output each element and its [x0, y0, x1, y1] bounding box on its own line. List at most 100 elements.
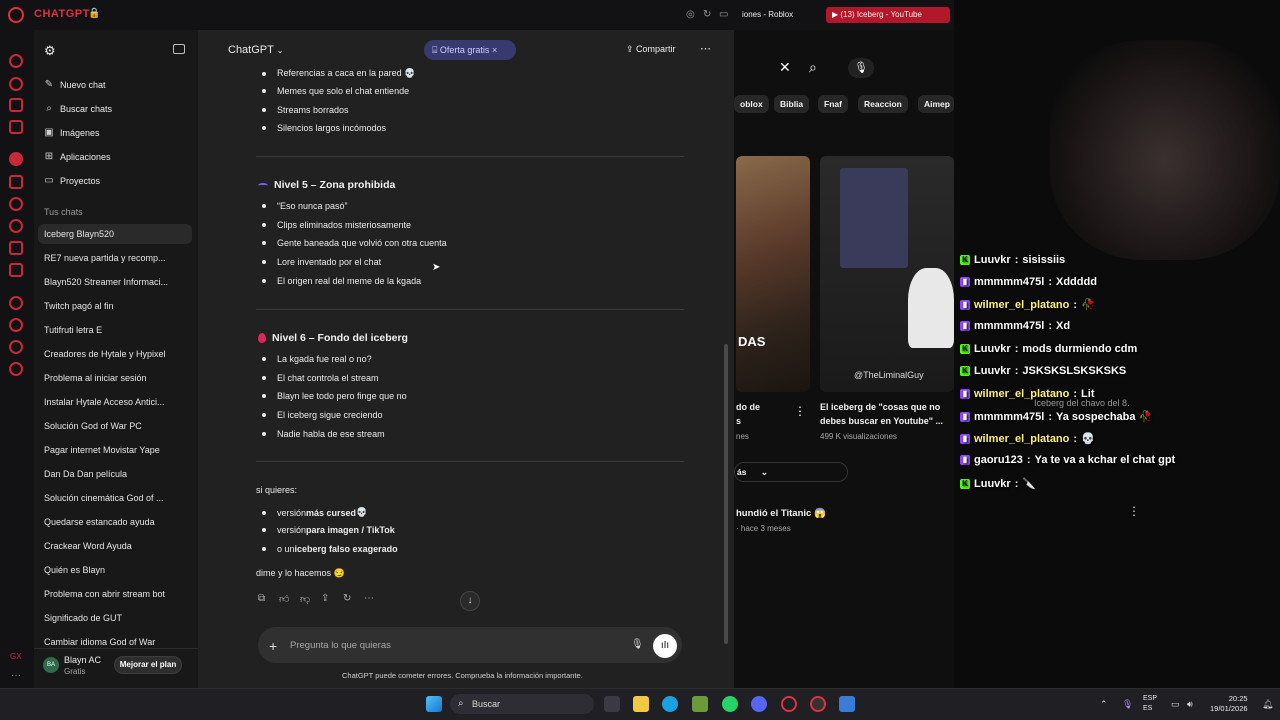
whatsapp-icon[interactable]	[9, 197, 23, 211]
upgrade-plan-button[interactable]: Mejorar el plan	[114, 656, 182, 674]
chat-item[interactable]: Pagar internet Movistar Yape	[44, 445, 192, 455]
more-dots-icon[interactable]: ···	[11, 670, 21, 681]
taskbar-search[interactable]: Buscar	[450, 694, 594, 714]
chat-item[interactable]: Tutifruti letra E	[44, 325, 192, 335]
chat-item[interactable]: Blayn520 Streamer Informaci...	[44, 277, 192, 287]
history-icon[interactable]	[9, 318, 23, 332]
prompt-input[interactable]	[290, 640, 590, 651]
aria-icon[interactable]	[9, 54, 23, 68]
gx-icon[interactable]: GX	[10, 652, 22, 661]
nav-apps[interactable]: ⊞ Aplicaciones	[44, 152, 111, 163]
chat-item[interactable]: Dan Da Dan película	[44, 469, 192, 479]
chat-item[interactable]: Significado de GUT	[44, 613, 192, 623]
thumbs-up-icon[interactable]: 👍︎	[279, 593, 289, 605]
nav-search-chats[interactable]: ⌕ Buscar chats	[44, 104, 112, 115]
chip[interactable]: oblox	[734, 95, 769, 113]
opera-gx-taskbar-icon[interactable]	[810, 696, 826, 712]
microphone-icon[interactable]: 🎙︎	[631, 639, 644, 650]
copy-icon[interactable]: ⧉	[258, 593, 265, 604]
chat-item[interactable]: Quién es Blayn	[44, 565, 192, 575]
microphone-tray-icon[interactable]: 🎙︎	[1122, 699, 1133, 710]
chat-item[interactable]: Creadores de Hytale y Hypixel	[44, 349, 192, 359]
video-thumbnail[interactable]: @TheLiminalGuy	[820, 156, 954, 392]
chat-item[interactable]: Problema al iniciar sesión	[44, 373, 192, 383]
chat-item[interactable]: Quedarse estancado ayuda	[44, 517, 192, 527]
chatgpt-sidebar-icon[interactable]	[9, 152, 23, 166]
music-icon[interactable]	[9, 219, 23, 233]
chat-item[interactable]: Iceberg Blayn520	[44, 229, 192, 239]
chat-item[interactable]: Instalar Hytale Acceso Antici...	[44, 397, 192, 407]
discord-icon[interactable]	[9, 241, 23, 255]
chat-item[interactable]: RE7 nueva partida y recomp...	[44, 253, 192, 263]
nav-images[interactable]: ▣ Imágenes	[44, 128, 99, 139]
share-message-icon[interactable]: ⇪	[321, 593, 329, 604]
chip[interactable]: Reaccion	[858, 95, 908, 113]
search-icon[interactable]: ⌕	[809, 59, 817, 76]
player-icon[interactable]	[9, 296, 23, 310]
chevron-up-icon[interactable]: ⌃	[1100, 699, 1108, 710]
nav-new-chat[interactable]: ✎ Nuevo chat	[44, 80, 106, 91]
video-thumbnail[interactable]: DAS	[736, 156, 810, 392]
more-options-icon[interactable]: ⋯	[700, 42, 711, 55]
tab-youtube[interactable]: ▶ (13) Iceberg - YouTube	[826, 7, 950, 23]
more-vert-icon[interactable]: ⋮	[1128, 504, 1140, 518]
close-sidebar-icon[interactable]	[173, 44, 185, 54]
chip[interactable]: Biblia	[774, 95, 810, 113]
chat-item[interactable]: Solución God of War PC	[44, 421, 192, 431]
video-title[interactable]: El iceberg de "cosas que no debes buscar…	[820, 400, 954, 428]
thumbs-down-icon[interactable]: 👎︎	[300, 593, 310, 605]
opera-settings-icon[interactable]	[9, 362, 23, 376]
opera-taskbar-icon[interactable]	[781, 696, 797, 712]
chat-item[interactable]: Cambiar idioma God of War	[44, 637, 192, 645]
file-explorer-icon[interactable]	[633, 696, 649, 712]
avatar[interactable]: BA	[43, 657, 59, 673]
scroll-down-icon[interactable]: ↓	[460, 591, 480, 611]
chip[interactable]: Fnaf	[818, 95, 848, 113]
volume-icon[interactable]: 🔊︎	[1187, 699, 1193, 710]
share-button[interactable]: ⇪ Compartir	[626, 44, 676, 55]
settings-icon[interactable]: ◎	[686, 9, 695, 20]
model-selector[interactable]: ChatGPT ⌄	[228, 44, 283, 56]
voice-search-icon[interactable]: 🎙︎	[848, 58, 874, 78]
instagram-icon[interactable]	[9, 120, 23, 134]
more-vert-icon[interactable]: ⋮	[794, 404, 806, 418]
windows-start-icon[interactable]	[426, 696, 442, 712]
messenger-icon[interactable]	[9, 98, 23, 112]
clock[interactable]: 20:25 19/01/2026	[1210, 694, 1248, 714]
chat-item[interactable]: Solución cinemática God of ...	[44, 493, 192, 503]
offer-pill[interactable]: ⌸ Oferta gratis ×	[424, 40, 516, 60]
nav-projects[interactable]: ▭ Proyectos	[44, 176, 100, 187]
network-icon[interactable]: ▭	[1171, 699, 1180, 710]
twitch-sidebar-icon[interactable]	[9, 263, 23, 277]
app-taskbar-icon[interactable]	[839, 696, 855, 712]
show-more-button[interactable]: ás ⌄	[734, 462, 848, 482]
close-search-icon[interactable]: ✕	[779, 59, 791, 76]
chat-item[interactable]: Crackear Word Ayuda	[44, 541, 192, 551]
chip[interactable]: Aimep	[918, 95, 954, 113]
add-icon[interactable]: +	[269, 638, 277, 654]
minecraft-icon[interactable]	[692, 696, 708, 712]
close-icon[interactable]: ×	[489, 45, 497, 55]
notification-icon[interactable]: 🔔︎	[1262, 699, 1273, 710]
sidebar-app-icon[interactable]	[9, 77, 23, 91]
extensions-icon[interactable]	[9, 340, 23, 354]
more-actions-icon[interactable]: ⋯	[364, 593, 374, 604]
whatsapp-taskbar-icon[interactable]	[722, 696, 738, 712]
video-title[interactable]: do de s	[736, 400, 760, 428]
window-icon[interactable]: ▭	[719, 9, 728, 20]
discord-taskbar-icon[interactable]	[751, 696, 767, 712]
video-title[interactable]: hundió el Titanic 😱	[736, 508, 826, 519]
chat-item[interactable]: Problema con abrir stream bot	[44, 589, 192, 599]
reload-icon[interactable]: ↻	[703, 9, 711, 20]
regenerate-icon[interactable]: ↻	[343, 593, 351, 604]
tab-roblox[interactable]: iones - Roblox	[736, 7, 799, 23]
openai-logo-icon[interactable]: ⚙	[44, 43, 56, 59]
task-view-icon[interactable]	[604, 696, 620, 712]
opera-logo-icon[interactable]	[8, 7, 24, 23]
chat-item[interactable]: Twitch pagó al fin	[44, 301, 192, 311]
voice-mode-button[interactable]: ıIı	[653, 634, 677, 658]
language-indicator[interactable]: ESP ES	[1143, 694, 1157, 714]
edge-icon[interactable]	[662, 696, 678, 712]
main-scrollbar[interactable]	[724, 344, 728, 644]
telegram-icon[interactable]	[9, 175, 23, 189]
